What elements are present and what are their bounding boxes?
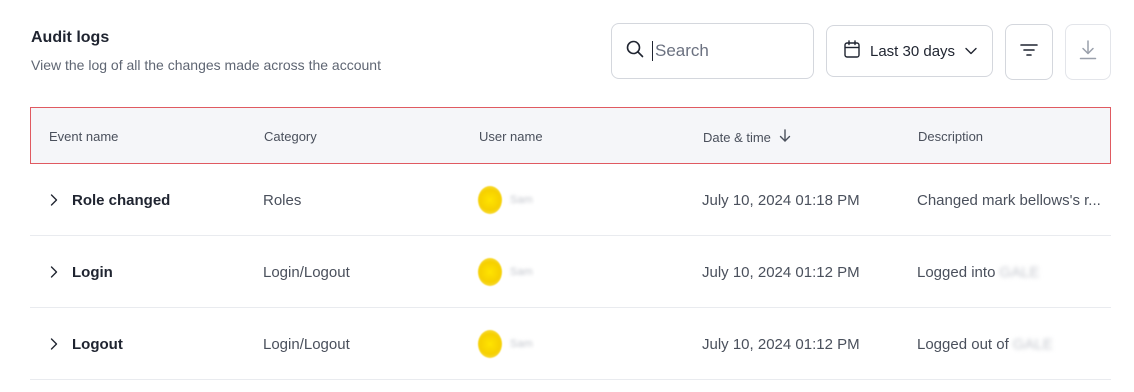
date-time-cell: July 10, 2024 01:12 PM	[702, 263, 860, 281]
table-header: Event name Category User name Date & tim…	[30, 107, 1111, 164]
event-name-cell: Role changed	[50, 164, 170, 236]
chevron-right-icon[interactable]	[50, 266, 58, 278]
column-header-user-name[interactable]: User name	[479, 129, 543, 144]
date-time-cell: July 10, 2024 01:12 PM	[702, 335, 860, 353]
filter-icon	[1020, 43, 1038, 62]
page-subtitle: View the log of all the changes made acr…	[31, 57, 381, 73]
description-cell: Logged out of GALE	[917, 308, 1107, 380]
user-name: Sam	[510, 266, 533, 278]
date-range-label: Last 30 days	[870, 42, 956, 60]
chevron-right-icon[interactable]	[50, 194, 58, 206]
search-input[interactable]	[655, 41, 795, 61]
event-name: Logout	[72, 335, 123, 353]
event-name-cell: Logout	[50, 308, 123, 380]
download-button[interactable]	[1065, 24, 1111, 80]
column-header-event-name[interactable]: Event name	[49, 129, 118, 144]
user-name: Sam	[510, 194, 533, 206]
description-text: Logged out of	[917, 335, 1009, 353]
description-text: Logged into	[917, 263, 996, 281]
category-cell: Roles	[263, 191, 302, 209]
category-cell: Login/Logout	[263, 335, 350, 353]
event-name-cell: Login	[50, 236, 113, 308]
table-row[interactable]: Login Login/Logout Sam July 10, 2024 01:…	[30, 236, 1111, 308]
user-cell: Sam	[478, 308, 533, 380]
user-cell: Sam	[478, 236, 533, 308]
event-name: Login	[72, 263, 113, 281]
description-text: Changed mark bellows's r...	[917, 191, 1101, 209]
avatar	[478, 258, 502, 286]
page-title: Audit logs	[31, 29, 110, 46]
search-icon	[626, 40, 644, 63]
chevron-down-icon	[965, 42, 977, 60]
sort-arrow-down-icon	[779, 129, 791, 145]
chevron-right-icon[interactable]	[50, 338, 58, 350]
description-cell: Changed mark bellows's r...	[917, 164, 1107, 236]
event-name: Role changed	[72, 191, 171, 209]
user-name: Sam	[510, 338, 533, 350]
table-row[interactable]: Role changed Roles Sam July 10, 2024 01:…	[30, 164, 1111, 236]
avatar	[478, 330, 502, 358]
text-caret	[652, 41, 653, 61]
download-icon	[1079, 39, 1097, 65]
avatar	[478, 186, 502, 214]
column-header-date-time[interactable]: Date & time	[703, 129, 791, 145]
filter-button[interactable]	[1005, 24, 1053, 80]
column-header-description[interactable]: Description	[918, 129, 983, 144]
redacted-account-name: GALE	[999, 263, 1040, 281]
column-header-category[interactable]: Category	[264, 129, 317, 144]
redacted-account-name: GALE	[1012, 335, 1053, 353]
date-range-dropdown[interactable]: Last 30 days	[826, 25, 993, 77]
table-row[interactable]: Logout Login/Logout Sam July 10, 2024 01…	[30, 308, 1111, 380]
calendar-icon	[844, 39, 860, 63]
description-cell: Logged into GALE	[917, 236, 1107, 308]
user-cell: Sam	[478, 164, 533, 236]
date-time-cell: July 10, 2024 01:18 PM	[702, 191, 860, 209]
search-box[interactable]	[611, 23, 814, 79]
category-cell: Login/Logout	[263, 263, 350, 281]
